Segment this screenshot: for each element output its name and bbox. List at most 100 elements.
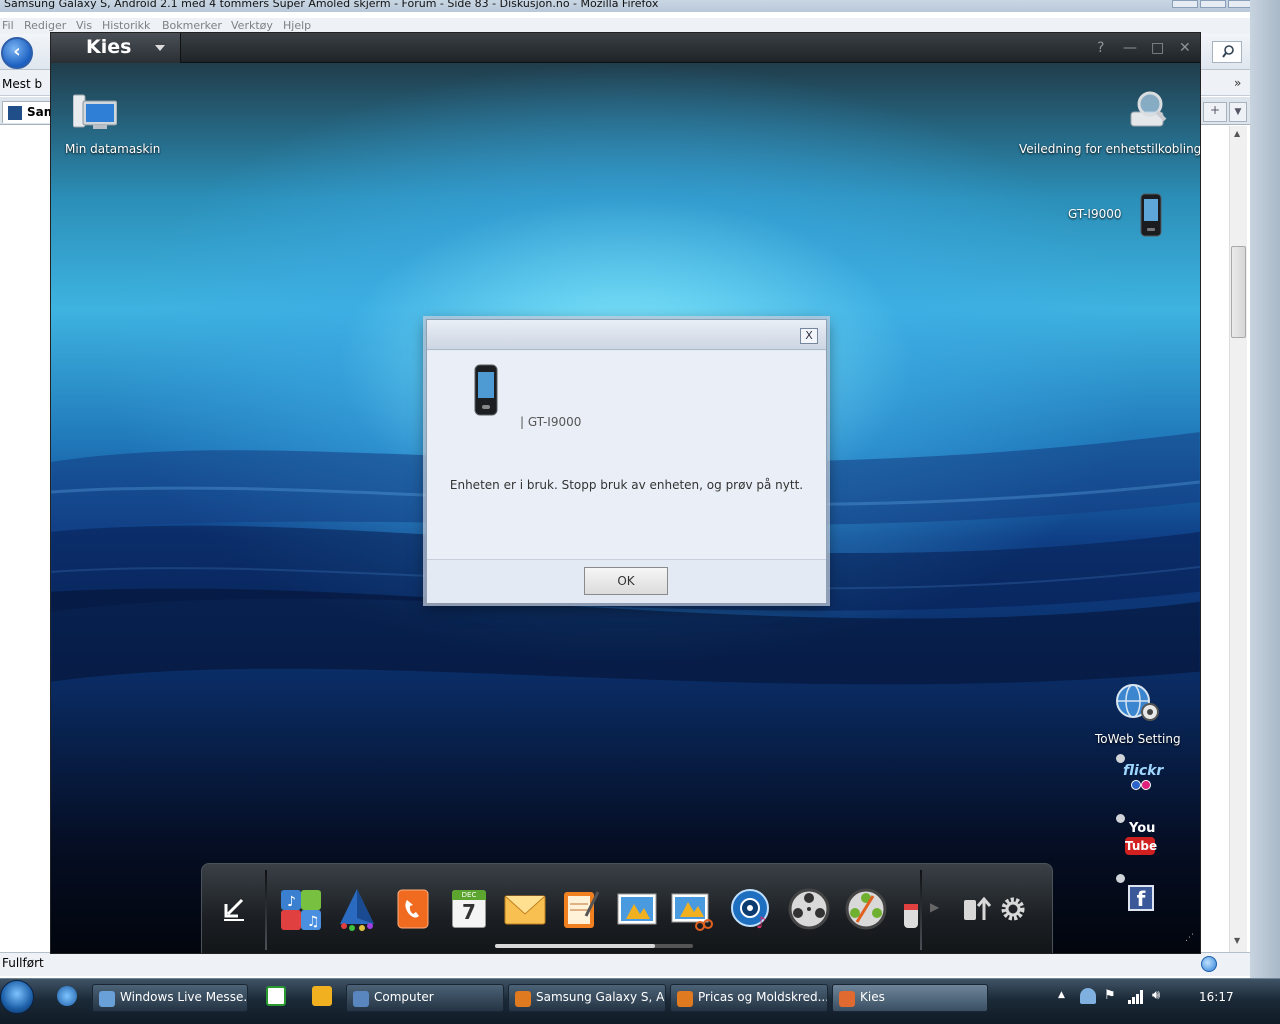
menu-hjelp[interactable]: Hjelp	[283, 19, 311, 32]
youtube-icon[interactable]: You Tube	[1125, 821, 1157, 857]
my-computer-label[interactable]: Min datamaskin	[65, 142, 160, 156]
more-icon[interactable]	[900, 886, 922, 932]
computer-icon	[353, 991, 369, 1007]
dialog-body: | GT-I9000 Enheten er i bruk. Stopp bruk…	[427, 351, 826, 559]
calendar-month: DEC	[452, 890, 486, 900]
menu-fil[interactable]: Fil	[2, 19, 14, 32]
taskbar-computer[interactable]: Computer	[346, 984, 504, 1012]
message-icon[interactable]	[502, 886, 548, 932]
internet-explorer-icon[interactable]	[57, 986, 77, 1006]
new-tab-button[interactable]: +	[1203, 102, 1227, 122]
triangle-app-icon[interactable]	[334, 886, 380, 932]
tray-expand-icon[interactable]: ▲	[1058, 990, 1065, 1000]
scrollbar-thumb[interactable]	[1231, 246, 1246, 338]
video-edit-icon[interactable]	[843, 886, 889, 932]
resize-grip-icon[interactable]: ⋰	[1185, 933, 1194, 943]
taskbar-firefox-samsung-label: Samsung Galaxy S, A...	[536, 990, 666, 1004]
kies-app-name: Kies	[86, 36, 132, 58]
dialog-device-model: | GT-I9000	[520, 415, 582, 429]
status-text: Fullført	[2, 956, 44, 970]
photo-edit-icon[interactable]	[670, 886, 716, 932]
tab-samsung[interactable]: Sam	[2, 101, 56, 123]
flickr-icon: flickr	[1123, 763, 1164, 779]
menu-historikk[interactable]: Historikk	[102, 19, 150, 32]
youtube-you-text: You	[1129, 821, 1156, 836]
calendar-icon[interactable]: DEC 7	[446, 886, 492, 932]
flickr-button[interactable]: flickr	[1123, 763, 1164, 795]
dialog-close-button[interactable]: X	[800, 328, 818, 344]
help-button[interactable]: ?	[1097, 41, 1104, 55]
firefox-titlebar: Samsung Galaxy S, Android 2.1 med 4 tomm…	[0, 0, 1280, 12]
svg-text:♪: ♪	[287, 894, 296, 910]
youtube-tube-text: Tube	[1125, 837, 1158, 855]
clock[interactable]: 16:17	[1199, 990, 1234, 1004]
device-phone-icon[interactable]	[1139, 193, 1163, 237]
music-library-icon[interactable]: ♪ ♫	[279, 886, 325, 932]
device-busy-dialog: X | GT-I9000 Enheten er i bruk. Stopp br…	[426, 319, 827, 603]
podcast-icon[interactable]: ♪	[728, 886, 774, 932]
calendar-day: 7	[462, 900, 476, 924]
search-icon	[1222, 45, 1234, 58]
messenger-icon	[99, 991, 115, 1007]
ok-button[interactable]: OK	[584, 567, 668, 595]
menu-vis[interactable]: Vis	[76, 19, 92, 32]
video-icon[interactable]	[786, 886, 832, 932]
back-button[interactable]: ‹	[1, 37, 33, 69]
my-computer-icon[interactable]	[73, 93, 117, 131]
search-button[interactable]	[1212, 41, 1242, 63]
import-icon[interactable]	[212, 890, 258, 930]
flickr-toggle[interactable]	[1116, 754, 1125, 763]
menu-rediger[interactable]: Rediger	[24, 19, 66, 32]
green-app-icon[interactable]	[266, 986, 286, 1006]
chevron-down-icon	[155, 45, 165, 51]
tab-list-button[interactable]: ▼	[1229, 102, 1247, 122]
start-button[interactable]	[0, 980, 34, 1014]
dock-scroll-track[interactable]	[495, 944, 693, 948]
media-player-icon[interactable]	[312, 986, 332, 1006]
volume-icon[interactable]: 🔊︎	[1152, 988, 1160, 1003]
dock-scroll-thumb[interactable]	[495, 944, 656, 948]
signal-icon[interactable]	[1128, 990, 1144, 1004]
network-users-icon[interactable]	[1080, 988, 1096, 1004]
minimize-button[interactable]: —	[1123, 41, 1137, 55]
toweb-setting-icon[interactable]	[1115, 683, 1161, 723]
connection-guide-icon[interactable]	[1128, 90, 1168, 130]
settings-icon[interactable]	[998, 886, 1028, 932]
dock-separator	[265, 870, 267, 950]
favicon-icon	[8, 106, 22, 120]
taskbar-messenger[interactable]: Windows Live Messe...	[92, 984, 248, 1012]
kies-window: Kies ? — □ ✕ Min datamaskin Veiledning f…	[50, 32, 1201, 954]
facebook-toggle[interactable]	[1116, 874, 1125, 883]
bookmark-most-visited[interactable]: Mest b	[2, 77, 42, 91]
dock-scroll-right-icon[interactable]: ▶	[930, 900, 939, 914]
dialog-message: Enheten er i bruk. Stopp bruk av enheten…	[449, 478, 804, 492]
flickr-dot-pink	[1141, 780, 1151, 790]
scroll-down-icon[interactable]: ▼	[1234, 936, 1240, 945]
page-scrollbar[interactable]: ▲ ▼	[1229, 126, 1247, 952]
back-arrow-icon: ‹	[13, 41, 21, 62]
globe-icon	[1201, 956, 1217, 972]
firefox-window-controls[interactable]	[1172, 0, 1254, 8]
taskbar-firefox-pricas-label: Pricas og Moldskred...	[698, 990, 828, 1004]
scroll-up-icon[interactable]: ▲	[1234, 129, 1240, 138]
connection-guide-label[interactable]: Veiledning for enhetstilkobling	[1019, 142, 1200, 156]
menu-verktoy[interactable]: Verktøy	[231, 19, 273, 32]
taskbar-firefox-samsung[interactable]: Samsung Galaxy S, A...	[508, 984, 666, 1012]
maximize-button[interactable]: □	[1151, 41, 1164, 55]
sync-icon[interactable]	[960, 886, 994, 932]
kies-menu-button[interactable]: Kies	[51, 33, 181, 63]
firefox-icon-2	[677, 991, 693, 1007]
photo-icon[interactable]	[614, 886, 660, 932]
memo-icon[interactable]	[558, 886, 604, 932]
taskbar-kies[interactable]: Kies	[832, 984, 988, 1012]
flag-icon[interactable]: ⚑	[1104, 988, 1116, 1003]
close-button[interactable]: ✕	[1179, 41, 1191, 55]
menu-bokmerker[interactable]: Bokmerker	[162, 19, 222, 32]
taskbar-firefox-pricas[interactable]: Pricas og Moldskred...	[670, 984, 828, 1012]
youtube-toggle[interactable]	[1116, 814, 1125, 823]
bookmarks-overflow-icon[interactable]: »	[1234, 76, 1241, 90]
contacts-icon[interactable]	[390, 886, 436, 932]
facebook-icon[interactable]: f	[1128, 885, 1154, 911]
device-label[interactable]: GT-I9000	[1068, 207, 1122, 221]
toweb-setting-label[interactable]: ToWeb Setting	[1095, 732, 1181, 746]
